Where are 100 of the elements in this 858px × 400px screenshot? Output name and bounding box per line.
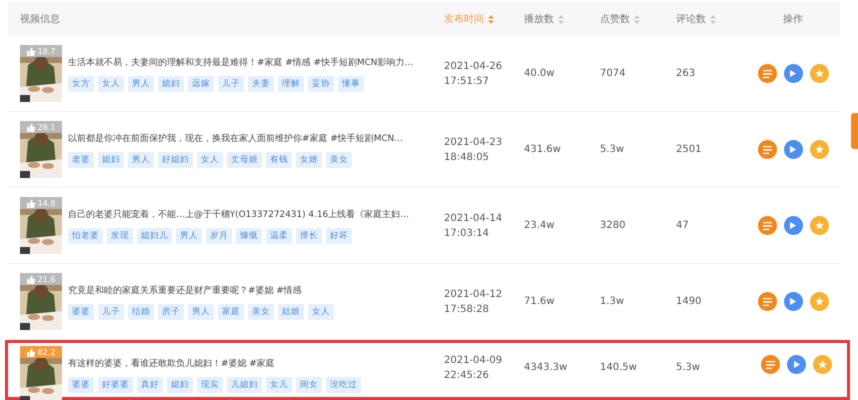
video-title[interactable]: 有这样的婆婆，看谁还敢欺负儿媳妇！#婆媳 #家庭: [68, 356, 361, 370]
tag[interactable]: 擅长: [296, 228, 322, 244]
column-header[interactable]: 发布时间: [444, 12, 484, 26]
tag[interactable]: 儿媳妇: [227, 376, 262, 392]
tag[interactable]: 有钱: [266, 152, 292, 168]
play-count: 4343.3w: [524, 362, 568, 373]
video-title[interactable]: 以前都是你冲在前面保护我，现在，换我在家人面前维护你#家庭 #快手短剧MCN…: [68, 132, 404, 144]
tag[interactable]: 女方: [68, 76, 94, 92]
play-button[interactable]: [784, 292, 802, 311]
tag[interactable]: 懂事: [338, 76, 364, 92]
play-count: 71.6w: [524, 296, 554, 307]
play-button[interactable]: [784, 64, 802, 83]
tag[interactable]: 婆婆: [68, 304, 94, 320]
tag[interactable]: 岁月: [206, 228, 232, 244]
tag[interactable]: 好媳妇: [158, 152, 193, 168]
column-header[interactable]: 评论数: [676, 12, 706, 26]
column-header: 操作: [783, 13, 803, 26]
publish-date: 2021-04-23: [444, 136, 504, 148]
tag[interactable]: 美女: [326, 152, 352, 168]
tag[interactable]: 老婆: [68, 152, 94, 168]
sort-icon[interactable]: [558, 14, 564, 24]
column-header[interactable]: 点赞数: [600, 12, 630, 26]
tag[interactable]: 男人: [188, 304, 214, 320]
tag[interactable]: 妥协: [308, 76, 334, 92]
tag[interactable]: 姑娘: [278, 304, 304, 320]
video-title[interactable]: 生活本就不易，夫妻间的理解和支持最是难得！#家庭 #情感 #快手短剧MCN影响力…: [68, 56, 414, 68]
thumbs-up-icon: [26, 198, 35, 208]
play-button[interactable]: [784, 216, 802, 235]
tag[interactable]: 温柔: [266, 228, 292, 244]
tag[interactable]: 现实: [197, 376, 223, 392]
list-button[interactable]: [758, 140, 776, 159]
play-count: 23.4w: [524, 220, 554, 231]
star-icon: [814, 221, 824, 230]
sort-icon[interactable]: [710, 14, 716, 24]
like-count: 3280: [600, 220, 626, 231]
sort-icon[interactable]: [634, 14, 640, 24]
favorite-button[interactable]: [813, 355, 832, 374]
tag[interactable]: 美女: [248, 304, 274, 320]
video-title[interactable]: 自己的老婆只能宠着，不能…上@于千穗Y(O1337272431) 4.16上线看《家庭主妇…: [68, 208, 410, 220]
video-title[interactable]: 究竟是和睦的家庭关系重要还是财产重要呢？#婆媳 #情感: [68, 284, 334, 296]
play-count: 40.0w: [524, 68, 554, 79]
tag[interactable]: 男人: [128, 152, 154, 168]
tag[interactable]: 男人: [176, 228, 202, 244]
tag[interactable]: 远嫁: [188, 76, 214, 92]
favorite-button[interactable]: [810, 292, 828, 311]
list-icon: [766, 360, 775, 368]
score-badge: 21.6: [20, 273, 62, 285]
tag[interactable]: 理解: [278, 76, 304, 92]
tag[interactable]: 媳妇: [167, 376, 193, 392]
play-icon: [790, 298, 796, 305]
list-button[interactable]: [758, 64, 776, 83]
tag[interactable]: 怕老婆: [68, 228, 103, 244]
tag[interactable]: 丈母娘: [227, 152, 262, 168]
tag[interactable]: 发现: [107, 228, 133, 244]
list-button[interactable]: [758, 216, 776, 235]
tag[interactable]: 女人: [98, 76, 124, 92]
tag[interactable]: 家庭: [218, 304, 244, 320]
tag[interactable]: 女人: [197, 152, 223, 168]
tag[interactable]: 媳妇: [158, 76, 184, 92]
tag[interactable]: 儿子: [218, 76, 244, 92]
column-header: 视频信息: [20, 12, 60, 26]
tag[interactable]: 结婚: [128, 304, 154, 320]
tag[interactable]: 好坏: [326, 228, 352, 244]
like-count: 1.3w: [600, 296, 624, 307]
tag[interactable]: 闺女: [296, 376, 322, 392]
tag[interactable]: 慷慨: [236, 228, 262, 244]
play-icon: [790, 70, 796, 77]
tag[interactable]: 没吃过: [326, 376, 361, 392]
publish-date: 2021-04-26: [444, 60, 504, 72]
tag[interactable]: 夫妻: [248, 76, 274, 92]
play-button[interactable]: [784, 140, 802, 159]
play-button[interactable]: [787, 355, 806, 374]
play-icon: [794, 361, 800, 368]
tag[interactable]: 好婆婆: [98, 376, 133, 392]
tag[interactable]: 媳妇儿: [137, 228, 172, 244]
score-badge: 14.8: [20, 197, 62, 209]
publish-time: 17:51:57: [444, 76, 490, 86]
tag[interactable]: 房子: [158, 304, 184, 320]
tag[interactable]: 男人: [128, 76, 154, 92]
score-badge: 18.7: [20, 45, 62, 57]
tag[interactable]: 儿子: [98, 304, 124, 320]
tag[interactable]: 真好: [137, 376, 163, 392]
column-header[interactable]: 播放数: [524, 12, 554, 26]
list-button[interactable]: [761, 355, 780, 374]
tag[interactable]: 女人: [308, 304, 334, 320]
favorite-button[interactable]: [810, 216, 828, 235]
tag[interactable]: 女婿: [296, 152, 322, 168]
play-icon: [790, 146, 796, 153]
favorite-button[interactable]: [810, 64, 828, 83]
publish-time: 22:45:26: [444, 370, 490, 381]
side-tab[interactable]: [851, 113, 858, 149]
tag[interactable]: 女儿: [266, 376, 292, 392]
tag[interactable]: 婆婆: [68, 376, 94, 392]
list-button[interactable]: [758, 292, 776, 311]
publish-date: 2021-04-14: [444, 212, 504, 224]
comment-count: 1490: [676, 296, 702, 307]
favorite-button[interactable]: [810, 140, 828, 159]
sort-icon[interactable]: [488, 14, 494, 24]
tag[interactable]: 媳妇: [98, 152, 124, 168]
star-icon: [814, 297, 824, 306]
